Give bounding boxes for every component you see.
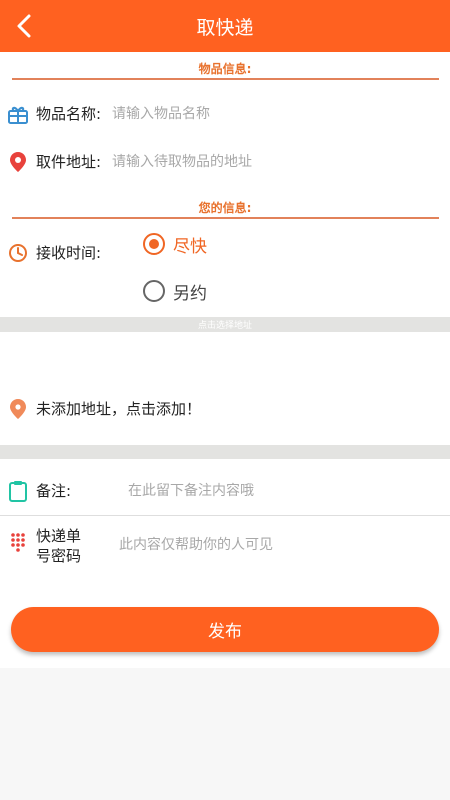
radio-asap-indicator <box>143 233 165 255</box>
radio-schedule-label: 另约 <box>173 284 207 304</box>
tracking-label-line1: 快递单 <box>36 527 82 545</box>
user-section-divider <box>12 217 439 219</box>
note-row: 备注: <box>0 476 450 506</box>
publish-button[interactable]: 发布 <box>11 607 439 652</box>
note-label: 备注: <box>36 482 72 500</box>
radio-asap[interactable]: 尽快 <box>143 231 263 259</box>
pickup-address-label: 取件地址: <box>36 153 102 171</box>
item-section-title: 物品信息: <box>198 62 252 76</box>
address-empty-text: 未添加地址，点击添加！ <box>36 400 202 418</box>
section-divider-band <box>0 445 450 459</box>
clock-icon <box>9 244 27 262</box>
note-input[interactable] <box>128 478 428 504</box>
tracking-password-input[interactable] <box>119 532 434 558</box>
tracking-label-line2: 号密码 <box>36 547 82 565</box>
item-section-divider <box>12 78 439 80</box>
header-bar: 取快递 <box>0 0 450 52</box>
item-name-label: 物品名称: <box>36 105 102 123</box>
select-address-band[interactable]: 点击选择地址 <box>0 317 450 332</box>
dots-grid-icon <box>11 533 25 552</box>
tracking-label: 快递单 号密码 <box>36 526 81 566</box>
radio-schedule[interactable]: 另约 <box>143 278 263 306</box>
item-name-input[interactable] <box>112 101 432 127</box>
receive-time-label: 接收时间: <box>36 244 102 262</box>
clipboard-icon <box>9 481 27 502</box>
pickup-address-row: 取件地址: <box>0 147 450 177</box>
radio-asap-label: 尽快 <box>173 237 207 257</box>
map-pin-icon <box>10 399 26 419</box>
form-sheet: 物品信息: 物品名称: 取件地址: 您的信息: 接收时间: 尽快 另 <box>0 52 450 668</box>
user-section-title: 您的信息: <box>198 201 252 215</box>
location-pin-icon <box>10 152 26 172</box>
gift-icon <box>8 106 28 124</box>
pickup-address-input[interactable] <box>112 149 432 175</box>
select-address-hint: 点击选择地址 <box>197 321 252 331</box>
page-title: 取快递 <box>196 17 254 39</box>
radio-schedule-indicator <box>143 280 165 302</box>
address-row[interactable]: 未添加地址，点击添加！ <box>0 394 450 424</box>
row-divider <box>0 515 450 516</box>
item-name-row: 物品名称: <box>0 99 450 129</box>
